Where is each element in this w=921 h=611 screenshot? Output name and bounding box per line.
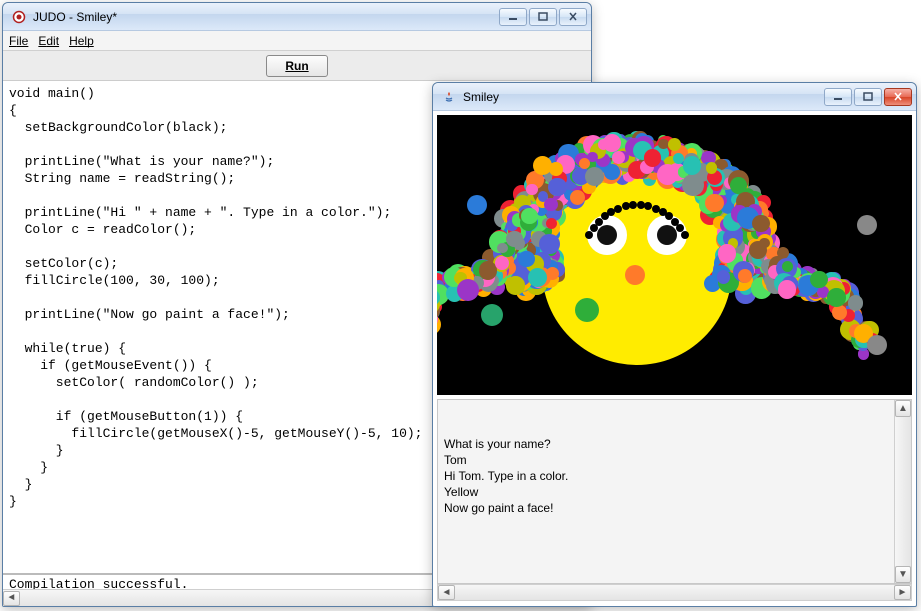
scroll-up-icon[interactable]: ▲ — [895, 400, 911, 417]
scroll-right-icon[interactable]: ► — [894, 585, 911, 600]
output-title: Smiley — [463, 90, 824, 104]
console-hscrollbar[interactable]: ◄ ► — [437, 584, 912, 601]
java-app-icon — [441, 89, 457, 105]
scroll-down-icon[interactable]: ▼ — [895, 566, 911, 583]
console-output[interactable]: What is your name? Tom Hi Tom. Type in a… — [437, 399, 912, 584]
menu-edit[interactable]: Edit — [38, 34, 59, 48]
toolbar: Run — [3, 51, 591, 81]
menubar: File Edit Help — [3, 31, 591, 51]
editor-titlebar[interactable]: JUDO - Smiley* — [3, 3, 591, 31]
menu-file[interactable]: File — [9, 34, 28, 48]
editor-title: JUDO - Smiley* — [33, 10, 499, 24]
run-button[interactable]: Run — [266, 55, 327, 77]
console-text: What is your name? Tom Hi Tom. Type in a… — [444, 436, 905, 516]
maximize-button[interactable] — [854, 88, 882, 106]
close-button[interactable] — [559, 8, 587, 26]
judo-app-icon — [11, 9, 27, 25]
close-button[interactable] — [884, 88, 912, 106]
minimize-button[interactable] — [499, 8, 527, 26]
output-titlebar[interactable]: Smiley — [433, 83, 916, 111]
console-vscrollbar[interactable]: ▲ ▼ — [894, 400, 911, 583]
minimize-button[interactable] — [824, 88, 852, 106]
output-window: Smiley What is your name? Tom Hi Tom. Ty… — [432, 82, 917, 607]
menu-help[interactable]: Help — [69, 34, 94, 48]
scroll-track[interactable] — [895, 417, 911, 566]
scroll-left-icon[interactable]: ◄ — [3, 591, 20, 606]
drawing-canvas[interactable] — [437, 115, 912, 395]
maximize-button[interactable] — [529, 8, 557, 26]
scroll-left-icon[interactable]: ◄ — [438, 585, 455, 600]
